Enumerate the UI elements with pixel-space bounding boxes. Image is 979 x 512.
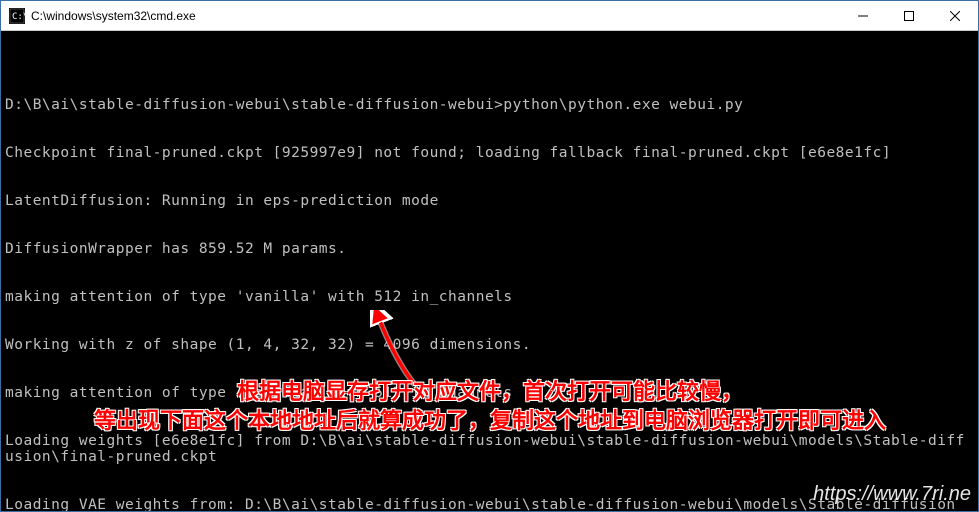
terminal-line: Checkpoint final-pruned.ckpt [925997e9] …	[5, 145, 974, 161]
cmd-icon: C:\	[9, 8, 25, 24]
terminal-line: Working with z of shape (1, 4, 32, 32) =…	[5, 337, 974, 353]
close-button[interactable]	[932, 1, 978, 30]
terminal-line: making attention of type 'vanilla' with …	[5, 385, 974, 401]
terminal-line: D:\B\ai\stable-diffusion-webui\stable-di…	[5, 97, 974, 113]
window-controls	[840, 1, 978, 30]
titlebar[interactable]: C:\ C:\windows\system32\cmd.exe	[1, 1, 978, 31]
maximize-button[interactable]	[886, 1, 932, 30]
terminal-line: DiffusionWrapper has 859.52 M params.	[5, 241, 974, 257]
terminal-line: Loading VAE weights from: D:\B\ai\stable…	[5, 497, 974, 511]
terminal-line: making attention of type 'vanilla' with …	[5, 289, 974, 305]
terminal-line: Loading weights [e6e8e1fc] from D:\B\ai\…	[5, 433, 974, 465]
cmd-window: C:\ C:\windows\system32\cmd.exe D:\B\ai\…	[0, 0, 979, 512]
window-title: C:\windows\system32\cmd.exe	[31, 9, 840, 23]
minimize-button[interactable]	[840, 1, 886, 30]
terminal-line: LatentDiffusion: Running in eps-predicti…	[5, 193, 974, 209]
terminal-output[interactable]: D:\B\ai\stable-diffusion-webui\stable-di…	[1, 31, 978, 511]
svg-text:C:\: C:\	[12, 12, 25, 22]
